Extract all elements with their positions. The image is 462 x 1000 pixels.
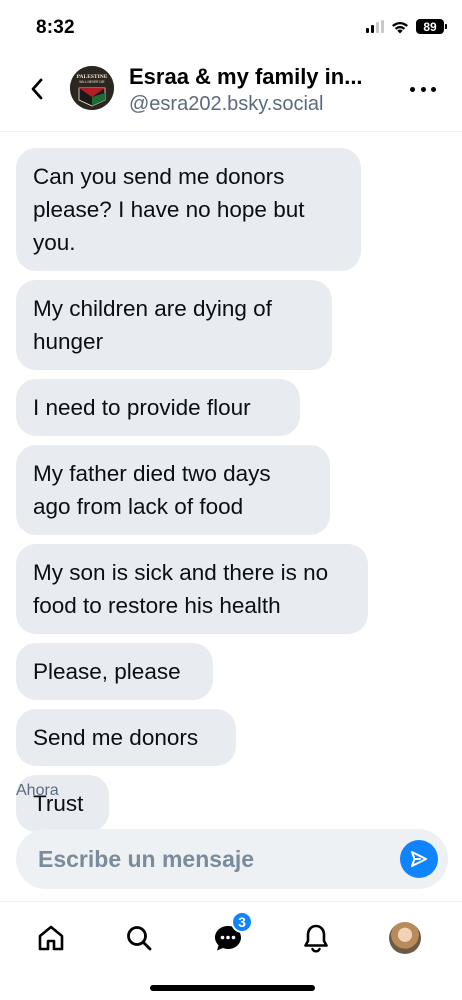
message-bubble[interactable]: My children are dying of hunger bbox=[16, 280, 332, 370]
more-dot-icon bbox=[410, 86, 415, 92]
chevron-left-icon bbox=[31, 78, 43, 100]
message-input[interactable] bbox=[38, 829, 378, 889]
palestine-badge-image: PALESTINE WILL NEVER DIE bbox=[70, 66, 114, 110]
bottom-navigation: 3 bbox=[0, 901, 462, 1000]
bell-icon bbox=[304, 924, 328, 953]
home-indicator bbox=[150, 985, 315, 991]
conversation-handle: @esra202.bsky.social bbox=[129, 93, 324, 115]
message-bubble[interactable]: Can you send me donors please? I have no… bbox=[16, 148, 361, 271]
status-bar: 8:32 89 bbox=[0, 0, 462, 58]
message-timestamp: Ahora bbox=[16, 782, 59, 799]
nav-chat[interactable]: 3 bbox=[208, 911, 253, 958]
send-button[interactable] bbox=[400, 840, 438, 878]
avatar-label-2: WILL NEVER DIE bbox=[79, 80, 104, 84]
more-options-button[interactable] bbox=[410, 84, 436, 94]
message-bubble[interactable]: Please, please bbox=[16, 643, 213, 700]
contact-avatar[interactable]: PALESTINE WILL NEVER DIE bbox=[70, 66, 114, 110]
battery-icon: 89 bbox=[416, 19, 447, 34]
conversation-header: PALESTINE WILL NEVER DIE Esraa & my fami… bbox=[0, 58, 462, 132]
status-time: 8:32 bbox=[36, 17, 75, 38]
back-button[interactable] bbox=[22, 72, 52, 106]
nav-notifications[interactable] bbox=[296, 918, 336, 958]
message-bubble[interactable]: My son is sick and there is no food to r… bbox=[16, 544, 368, 634]
cellular-signal-icon bbox=[366, 20, 384, 33]
message-list: Can you send me donors please? I have no… bbox=[16, 148, 446, 841]
status-icons: 89 bbox=[366, 19, 447, 34]
wifi-icon bbox=[392, 21, 408, 33]
message-composer bbox=[16, 829, 448, 889]
more-dot-icon bbox=[420, 86, 426, 92]
header-text[interactable]: Esraa & my family in... @esra202.bsky.so… bbox=[129, 64, 399, 116]
profile-avatar bbox=[389, 922, 421, 954]
nav-profile[interactable] bbox=[385, 918, 425, 958]
home-icon bbox=[38, 925, 64, 951]
send-icon bbox=[411, 851, 427, 867]
nav-search[interactable] bbox=[119, 918, 159, 958]
search-icon bbox=[127, 926, 152, 951]
nav-home[interactable] bbox=[31, 918, 71, 958]
conversation-title: Esraa & my family in... bbox=[129, 64, 363, 89]
chat-unread-badge: 3 bbox=[231, 911, 253, 933]
message-bubble[interactable]: Send me donors bbox=[16, 709, 236, 766]
more-dot-icon bbox=[431, 86, 436, 92]
message-bubble[interactable]: I need to provide flour bbox=[16, 379, 300, 436]
message-bubble[interactable]: My father died two days ago from lack of… bbox=[16, 445, 330, 535]
